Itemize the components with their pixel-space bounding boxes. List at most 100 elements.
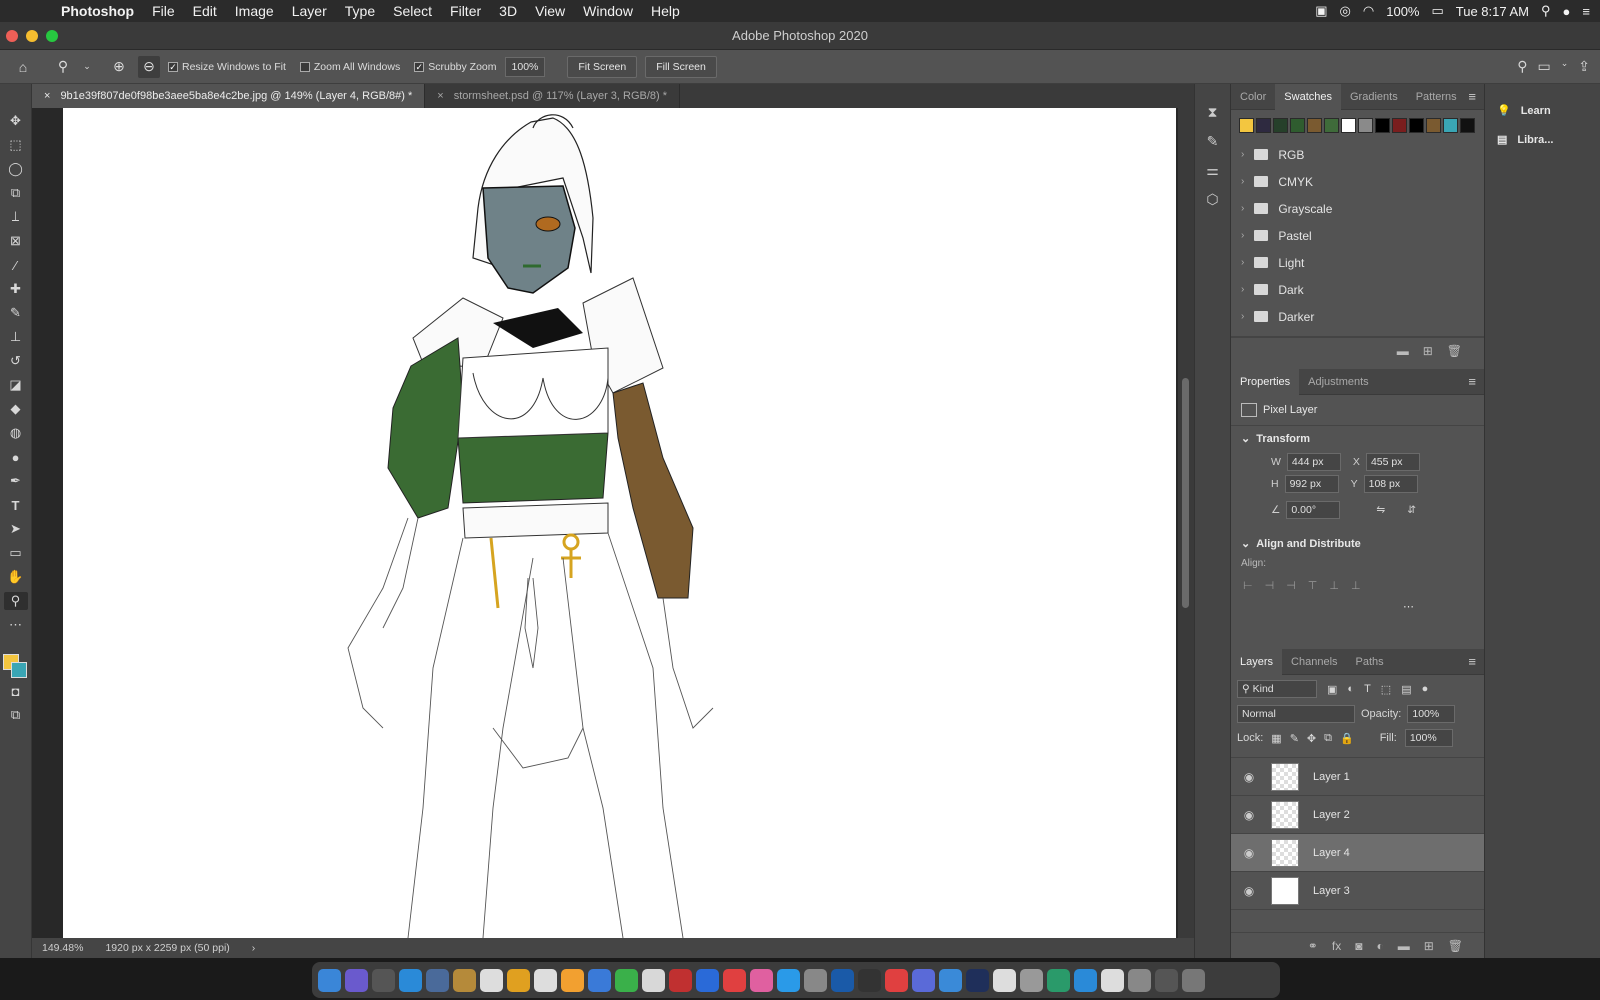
marquee-tool-icon[interactable]: ⬚ (4, 136, 28, 154)
zoom-out-icon[interactable]: ⊖ (138, 55, 160, 78)
menu-edit[interactable]: Edit (184, 3, 226, 19)
quick-mask-icon[interactable]: ◘ (4, 682, 28, 700)
history-icon[interactable]: ⧗ (1208, 104, 1218, 121)
swatch[interactable] (1324, 118, 1339, 133)
menu-type[interactable]: Type (336, 3, 384, 19)
history-brush-tool-icon[interactable]: ↺ (4, 352, 28, 370)
height-field[interactable]: 992 px (1284, 475, 1339, 493)
flip-vertical-icon[interactable]: ⇵ (1407, 504, 1416, 516)
fit-screen-button[interactable]: Fit Screen (567, 55, 638, 78)
dock-app-icon[interactable] (723, 968, 746, 992)
dock-app-icon[interactable] (1155, 968, 1178, 992)
lock-all-icon[interactable]: 🔒 (1340, 732, 1354, 745)
display-icon[interactable]: ▣ (1315, 3, 1327, 19)
layer-name[interactable]: Layer 1 (1313, 771, 1350, 783)
chevron-right-icon[interactable]: › (1241, 257, 1244, 268)
tab-channels[interactable]: Channels (1282, 649, 1346, 675)
flip-horizontal-icon[interactable]: ⇋ (1376, 504, 1385, 516)
zoom-window-button[interactable] (46, 30, 58, 42)
trash-icon[interactable]: 🗑 (1447, 344, 1462, 358)
minimize-window-button[interactable] (26, 30, 38, 42)
dock-app-icon[interactable] (1047, 968, 1070, 992)
adjustments-icon[interactable]: ⚌ (1206, 162, 1219, 179)
dock-app-icon[interactable] (777, 968, 800, 992)
battery-percent[interactable]: 100% (1386, 4, 1419, 19)
chevron-right-icon[interactable]: › (252, 942, 256, 954)
layer-row[interactable]: ◉ Layer 2 (1231, 796, 1484, 834)
canvas-area[interactable] (32, 108, 1194, 938)
menu-3d[interactable]: 3D (490, 3, 526, 19)
swatch[interactable] (1426, 118, 1441, 133)
swatch[interactable] (1443, 118, 1458, 133)
dock-app-icon[interactable] (453, 968, 476, 992)
panel-menu-icon[interactable]: ≡ (1468, 374, 1484, 389)
tab-swatches[interactable]: Swatches (1275, 83, 1341, 110)
dock-app-icon[interactable] (642, 968, 665, 992)
background-color[interactable] (10, 662, 27, 678)
app-menu[interactable]: Photoshop (52, 3, 143, 19)
align-middle-icon[interactable]: ⊥ (1329, 579, 1339, 592)
type-tool-icon[interactable]: T (4, 496, 28, 514)
kind-filter-select[interactable]: ⚲ Kind (1237, 680, 1317, 698)
new-layer-icon[interactable]: ⊞ (1424, 939, 1434, 953)
crop-tool-icon[interactable]: ⟘ (4, 208, 28, 226)
dock-app-icon[interactable] (372, 968, 395, 992)
filter-adjustment-icon[interactable]: ◐ (1347, 683, 1354, 695)
swatch-folder-cmyk[interactable]: › CMYK (1231, 168, 1484, 195)
swatch[interactable] (1375, 118, 1390, 133)
wifi-icon[interactable]: ◠ (1363, 3, 1374, 19)
dock-app-icon[interactable] (615, 968, 638, 992)
zoom-in-icon[interactable]: ⊕ (108, 56, 130, 78)
fill-field[interactable]: 100% (1404, 729, 1453, 747)
swatch[interactable] (1273, 118, 1288, 133)
canvas-vertical-scrollbar[interactable] (1178, 108, 1194, 938)
align-center-icon[interactable]: ⊣ (1265, 579, 1275, 592)
dock-app-icon[interactable] (399, 968, 422, 992)
siri-icon[interactable]: ● (1563, 4, 1571, 19)
screen-mode-icon[interactable]: ⧉ (4, 706, 28, 724)
document-canvas[interactable] (63, 108, 1176, 938)
control-center-icon[interactable]: ≡ (1582, 4, 1590, 19)
swatch-folder-darker[interactable]: › Darker (1231, 303, 1484, 330)
chevron-right-icon[interactable]: › (1241, 284, 1244, 295)
dock-app-icon[interactable] (804, 968, 827, 992)
fill-screen-button[interactable]: Fill Screen (645, 55, 717, 78)
scrubby-zoom-checkbox[interactable]: ✓ Scrubby Zoom (414, 61, 497, 73)
menu-help[interactable]: Help (642, 3, 689, 19)
zoom-tool-preset-icon[interactable]: ⚲ (52, 56, 74, 78)
menu-filter[interactable]: Filter (441, 3, 490, 19)
libraries-row[interactable]: ▤ Libra... (1485, 125, 1600, 154)
rectangle-tool-icon[interactable]: ▭ (4, 544, 28, 562)
resize-windows-checkbox[interactable]: ✓ Resize Windows to Fit (168, 61, 286, 73)
dock-app-icon[interactable] (426, 968, 449, 992)
new-adjustment-icon[interactable]: ◐ (1376, 939, 1383, 953)
dock-app-icon[interactable] (1074, 968, 1097, 992)
more-tools-icon[interactable]: ⋯ (4, 616, 28, 634)
hand-tool-icon[interactable]: ✋ (4, 568, 28, 586)
home-icon[interactable]: ⌂ (12, 56, 34, 78)
dock-app-icon[interactable] (831, 968, 854, 992)
dock-app-icon[interactable] (750, 968, 773, 992)
swatch-folder-grayscale[interactable]: › Grayscale (1231, 195, 1484, 222)
angle-field[interactable]: 0.00° (1286, 501, 1341, 519)
dock-app-icon[interactable] (1128, 968, 1151, 992)
chevron-right-icon[interactable]: › (1241, 176, 1244, 187)
swatch[interactable] (1256, 118, 1271, 133)
zoom-percent-field[interactable]: 100% (504, 56, 546, 77)
add-mask-icon[interactable]: ◙ (1355, 939, 1362, 953)
blend-mode-select[interactable]: Normal (1237, 705, 1355, 723)
eye-icon[interactable]: ◉ (1241, 884, 1257, 898)
swatch-folder-dark[interactable]: › Dark (1231, 276, 1484, 303)
close-icon[interactable]: × (44, 90, 50, 102)
dodge-tool-icon[interactable]: ● (4, 448, 28, 466)
swatch[interactable] (1392, 118, 1407, 133)
tab-layers[interactable]: Layers (1231, 648, 1283, 675)
dock-app-icon[interactable] (1020, 968, 1043, 992)
dock-app-icon[interactable] (480, 968, 503, 992)
eye-icon[interactable]: ◉ (1241, 808, 1257, 822)
filter-shape-icon[interactable]: ⬚ (1381, 683, 1391, 696)
tab-properties[interactable]: Properties (1231, 368, 1300, 395)
opacity-field[interactable]: 100% (1407, 705, 1456, 723)
blur-tool-icon[interactable]: ◍ (4, 424, 28, 442)
layer-row[interactable]: ◉ Layer 1 (1231, 758, 1484, 796)
